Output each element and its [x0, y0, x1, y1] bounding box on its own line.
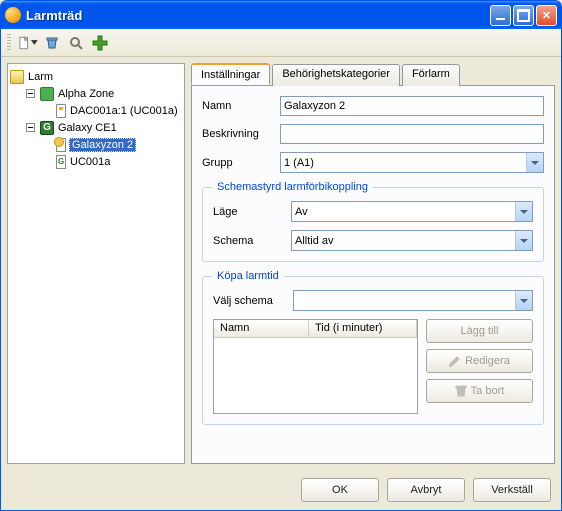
schedule-legend: Schemastyrd larmförbikoppling [213, 181, 372, 193]
delete-button[interactable] [41, 32, 63, 54]
apply-button[interactable]: Verkställ [473, 478, 551, 502]
schedule-group: Schemastyrd larmförbikoppling Läge Av Sc… [202, 181, 544, 262]
collapse-icon[interactable] [26, 89, 35, 98]
tab-prealarm[interactable]: Förlarm [402, 64, 460, 86]
tab-permissions[interactable]: Behörighetskategorier [272, 64, 400, 86]
col-time: Tid (i minuter) [309, 320, 417, 337]
device-icon [56, 104, 66, 118]
tree-node-dac[interactable]: DAC001a:1 (UC001a) [42, 102, 182, 119]
tab-label: Behörighetskategorier [282, 68, 390, 80]
chevron-down-icon [515, 291, 532, 310]
group-select[interactable]: 1 (A1) [280, 152, 544, 173]
schema-label: Schema [213, 235, 283, 247]
tree-root[interactable]: Larm [10, 68, 182, 85]
folder-icon [10, 70, 24, 84]
chevron-down-icon [526, 153, 543, 172]
tree-label: Alpha Zone [57, 88, 115, 100]
button-label: Avbryt [411, 484, 442, 496]
group-label: Grupp [202, 157, 272, 169]
plus-icon [92, 35, 108, 51]
remove-schedule-button[interactable]: Ta bort [426, 379, 533, 403]
mode-label: Läge [213, 206, 283, 218]
cancel-button[interactable]: Avbryt [387, 478, 465, 502]
tree-node-galaxy[interactable]: G Galaxy CE1 [26, 119, 182, 136]
tree-node-alpha[interactable]: Alpha Zone [26, 85, 182, 102]
toolbar-grip [7, 34, 11, 52]
tree-pane[interactable]: Larm Alpha Zone [7, 63, 185, 464]
group-value: 1 (A1) [284, 157, 314, 169]
add-schedule-button[interactable]: Lägg till [426, 319, 533, 343]
tree-label: Galaxyzon 2 [69, 138, 136, 152]
titlebar: Larmträd [1, 1, 561, 29]
new-button[interactable] [17, 32, 39, 54]
tab-content: Namn Beskrivning Grupp 1 (A1) Schemastyr… [191, 85, 555, 464]
select-schema-label: Välj schema [213, 295, 285, 307]
panel-icon: G [40, 121, 54, 135]
select-schema[interactable] [293, 290, 533, 311]
table-header: Namn Tid (i minuter) [214, 320, 417, 338]
close-button[interactable] [536, 5, 557, 26]
mode-select[interactable]: Av [291, 201, 533, 222]
tab-label: Förlarm [412, 68, 450, 80]
dialog-footer: OK Avbryt Verkställ [1, 470, 561, 510]
maximize-button[interactable] [513, 5, 534, 26]
tree-label: Galaxy CE1 [57, 122, 118, 134]
collapse-icon[interactable] [26, 123, 35, 132]
schema-value: Alltid av [295, 235, 334, 247]
name-label: Namn [202, 100, 272, 112]
new-icon [18, 36, 31, 50]
window-title: Larmträd [26, 8, 488, 23]
schedule-table[interactable]: Namn Tid (i minuter) [213, 319, 418, 414]
tree-node-galaxyzon2[interactable]: Galaxyzon 2 [42, 136, 182, 153]
alarm-zone-icon [56, 138, 66, 152]
tabstrip: Inställningar Behörighetskategorier Förl… [191, 63, 555, 85]
chevron-down-icon [515, 231, 532, 250]
add-button[interactable] [89, 32, 111, 54]
button-label: OK [332, 484, 348, 496]
app-icon [5, 7, 21, 23]
name-input[interactable] [280, 96, 544, 116]
zone-icon [40, 87, 54, 101]
trashcan-icon [455, 385, 467, 397]
edit-schedule-button[interactable]: Redigera [426, 349, 533, 373]
button-label: Redigera [465, 355, 510, 367]
chevron-down-icon [515, 202, 532, 221]
tree-label: DAC001a:1 (UC001a) [69, 105, 179, 117]
trashcan-icon [45, 36, 59, 50]
tree-label: UC001a [69, 156, 111, 168]
toolbar [1, 29, 561, 57]
mode-value: Av [295, 206, 308, 218]
minimize-button[interactable] [490, 5, 511, 26]
magnifier-icon [69, 36, 83, 50]
purchase-group: Köpa larmtid Välj schema Namn Tid (i mi [202, 270, 544, 425]
description-label: Beskrivning [202, 128, 272, 140]
controller-icon [56, 155, 66, 169]
tree-node-uc001a[interactable]: UC001a [42, 153, 182, 170]
button-label: Verkställ [491, 484, 533, 496]
tab-label: Inställningar [201, 69, 260, 81]
tree-root-label: Larm [27, 71, 54, 83]
description-input[interactable] [280, 124, 544, 144]
edit-icon [449, 355, 461, 367]
col-name: Namn [214, 320, 309, 337]
purchase-legend: Köpa larmtid [213, 270, 283, 282]
schema-select[interactable]: Alltid av [291, 230, 533, 251]
button-label: Lägg till [461, 325, 499, 337]
chevron-down-icon [31, 39, 38, 46]
ok-button[interactable]: OK [301, 478, 379, 502]
button-label: Ta bort [471, 385, 505, 397]
search-button[interactable] [65, 32, 87, 54]
tab-settings[interactable]: Inställningar [191, 63, 270, 85]
